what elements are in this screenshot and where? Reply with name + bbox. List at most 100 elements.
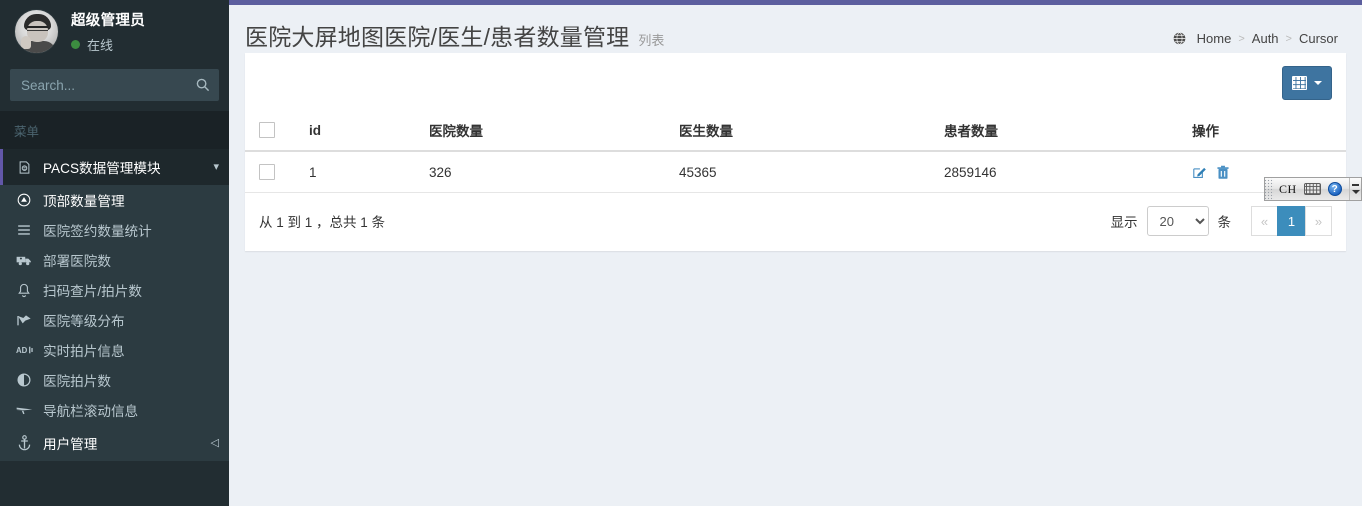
data-card: id 医院数量 医生数量 患者数量 操作 1 326 45365 2859146… (245, 53, 1346, 251)
sidebar-item-label: 顶部数量管理 (43, 194, 125, 209)
pagination: « 1 » (1251, 206, 1332, 236)
user-status: 在线 (71, 35, 145, 54)
page-subtitle: 列表 (638, 33, 665, 48)
search-icon[interactable] (188, 70, 218, 100)
delete-icon[interactable] (1216, 165, 1230, 180)
sidebar-group-pacs-label: PACS数据管理模块 (43, 161, 161, 176)
user-status-label: 在线 (87, 38, 114, 53)
sidebar-group-pacs: PACS数据管理模块 ▾ 顶部数量管理 医院签约数量统计 部署医院数 扫码查片/… (0, 149, 229, 425)
breadcrumb-separator: > (1285, 32, 1292, 45)
edit-icon[interactable] (1192, 165, 1207, 180)
table-footer: 从 1 到 1 ，总共 1 条 显示 10 20 50 100 条 « 1 » (245, 193, 1346, 251)
sidebar-item-deployed-hospitals[interactable]: 部署医院数 (0, 245, 229, 275)
sidebar-item-top-count[interactable]: 顶部数量管理 (0, 185, 229, 215)
avatar (14, 9, 59, 54)
ime-language-label[interactable]: CH (1276, 182, 1300, 197)
sidebar-item-nav-scroll-info[interactable]: 导航栏滚动信息 (0, 395, 229, 425)
column-header-patient-count[interactable]: 患者数量 (936, 111, 1184, 152)
chevron-down-icon: ▾ (213, 160, 219, 173)
grid-table-icon (1292, 76, 1307, 90)
svg-text:AD: AD (16, 346, 28, 355)
page-length-select[interactable]: 10 20 50 100 (1146, 206, 1209, 236)
menu-header: 菜单 (0, 111, 229, 149)
list-bars-icon (14, 224, 34, 236)
chevron-left-icon: ◁ (210, 436, 219, 449)
online-status-dot (71, 40, 80, 49)
sidebar-item-contract-stats[interactable]: 医院签约数量统计 (0, 215, 229, 245)
table-row: 1 326 45365 2859146 (245, 151, 1346, 193)
cell-patient-count: 2859146 (936, 151, 1184, 193)
pagination-previous[interactable]: « (1251, 206, 1278, 236)
cell-doctor-count: 45365 (671, 151, 936, 193)
sidebar-item-scan-film-count[interactable]: 扫码查片/拍片数 (0, 275, 229, 305)
breadcrumb: Home > Auth > Cursor (1173, 31, 1344, 46)
admin-page: 超级管理员 在线 菜单 (0, 0, 1362, 506)
column-header-doctor-count[interactable]: 医生数量 (671, 111, 936, 152)
bell-icon (14, 283, 34, 298)
breadcrumb-item-auth[interactable]: Auth (1252, 31, 1279, 46)
sidebar-item-label: 扫码查片/拍片数 (43, 284, 142, 299)
table-header-row: id 医院数量 医生数量 患者数量 操作 (245, 111, 1346, 152)
row-select-cell (245, 151, 301, 193)
sidebar-search (0, 61, 229, 111)
sidebar-group-user-management: 用户管理 ◁ (0, 425, 229, 461)
sidebar-menu: PACS数据管理模块 ▾ 顶部数量管理 医院签约数量统计 部署医院数 扫码查片/… (0, 149, 229, 461)
ambulance-icon (14, 254, 34, 267)
content-area: 医院大屏地图医院/医生/患者数量管理 列表 Home > Auth > Curs… (229, 0, 1362, 506)
column-visibility-button[interactable] (1282, 66, 1332, 100)
pagination-page-1[interactable]: 1 (1277, 206, 1306, 236)
keyboard-icon[interactable] (1303, 183, 1321, 195)
select-all-checkbox[interactable] (259, 122, 275, 138)
sidebar-item-hospital-level[interactable]: 医院等级分布 (0, 305, 229, 335)
table-body: 1 326 45365 2859146 (245, 151, 1346, 193)
breadcrumb-separator: > (1238, 32, 1245, 45)
user-panel: 超级管理员 在线 (0, 0, 229, 61)
user-name: 超级管理员 (71, 13, 145, 29)
circle-caret-up-icon (14, 193, 34, 207)
sidebar-item-label: 部署医院数 (43, 254, 111, 269)
sidebar-item-label: 实时拍片信息 (43, 344, 125, 359)
sidebar-item-hospital-film-count[interactable]: 医院拍片数 (0, 365, 229, 395)
sidebar-item-label: 导航栏滚动信息 (43, 404, 139, 419)
ime-language-bar[interactable]: CH ? (1264, 177, 1362, 201)
globe-icon (1173, 32, 1186, 45)
drag-grip-icon[interactable] (1265, 178, 1274, 200)
column-header-actions: 操作 (1184, 111, 1346, 152)
breadcrumb-item-cursor: Cursor (1298, 31, 1338, 46)
sidebar-item-label: 医院签约数量统计 (43, 224, 152, 239)
cell-hospital-count: 326 (421, 151, 671, 193)
column-header-hospital-count[interactable]: 医院数量 (421, 111, 671, 152)
card-toolbar (245, 56, 1346, 111)
sidebar: 超级管理员 在线 菜单 (0, 0, 229, 506)
breadcrumb-item-home[interactable]: Home (1197, 31, 1232, 46)
column-header-id[interactable]: id (301, 111, 421, 152)
page-length-unit: 条 (1217, 215, 1232, 230)
audio-description-icon: AD (14, 345, 34, 355)
row-checkbox[interactable] (259, 164, 275, 180)
column-header-select (245, 111, 301, 152)
table-info: 从 1 到 1 ，总共 1 条 (259, 215, 386, 230)
sidebar-group-pacs-toggle[interactable]: PACS数据管理模块 ▾ (0, 149, 229, 185)
pacs-module-icon (14, 160, 34, 175)
page-length-label: 显示 (1110, 215, 1138, 230)
pagination-next[interactable]: » (1305, 206, 1332, 236)
ime-window-controls[interactable] (1349, 178, 1361, 200)
sidebar-group-user-management-toggle[interactable]: 用户管理 ◁ (0, 425, 229, 461)
chevron-down-icon[interactable] (1351, 190, 1360, 194)
page-title: 医院大屏地图医院/医生/患者数量管理 (245, 24, 630, 50)
help-icon[interactable]: ? (1327, 182, 1342, 196)
plane-icon (14, 404, 34, 416)
sidebar-item-label: 医院拍片数 (43, 374, 111, 389)
sidebar-item-realtime-film[interactable]: AD 实时拍片信息 (0, 335, 229, 365)
anchor-icon (14, 435, 34, 451)
cell-id: 1 (301, 151, 421, 193)
sidebar-item-label: 医院等级分布 (43, 314, 125, 329)
sidebar-group-user-management-label: 用户管理 (43, 437, 98, 452)
data-table: id 医院数量 医生数量 患者数量 操作 1 326 45365 2859146 (245, 111, 1346, 193)
adjust-half-circle-icon (14, 373, 34, 387)
sidebar-submenu-pacs: 顶部数量管理 医院签约数量统计 部署医院数 扫码查片/拍片数 医院等级分布 AD… (0, 185, 229, 425)
minimize-icon[interactable] (1352, 184, 1359, 186)
flag-chart-icon (14, 313, 34, 327)
table-head: id 医院数量 医生数量 患者数量 操作 (245, 111, 1346, 152)
caret-down-icon (1314, 81, 1322, 85)
